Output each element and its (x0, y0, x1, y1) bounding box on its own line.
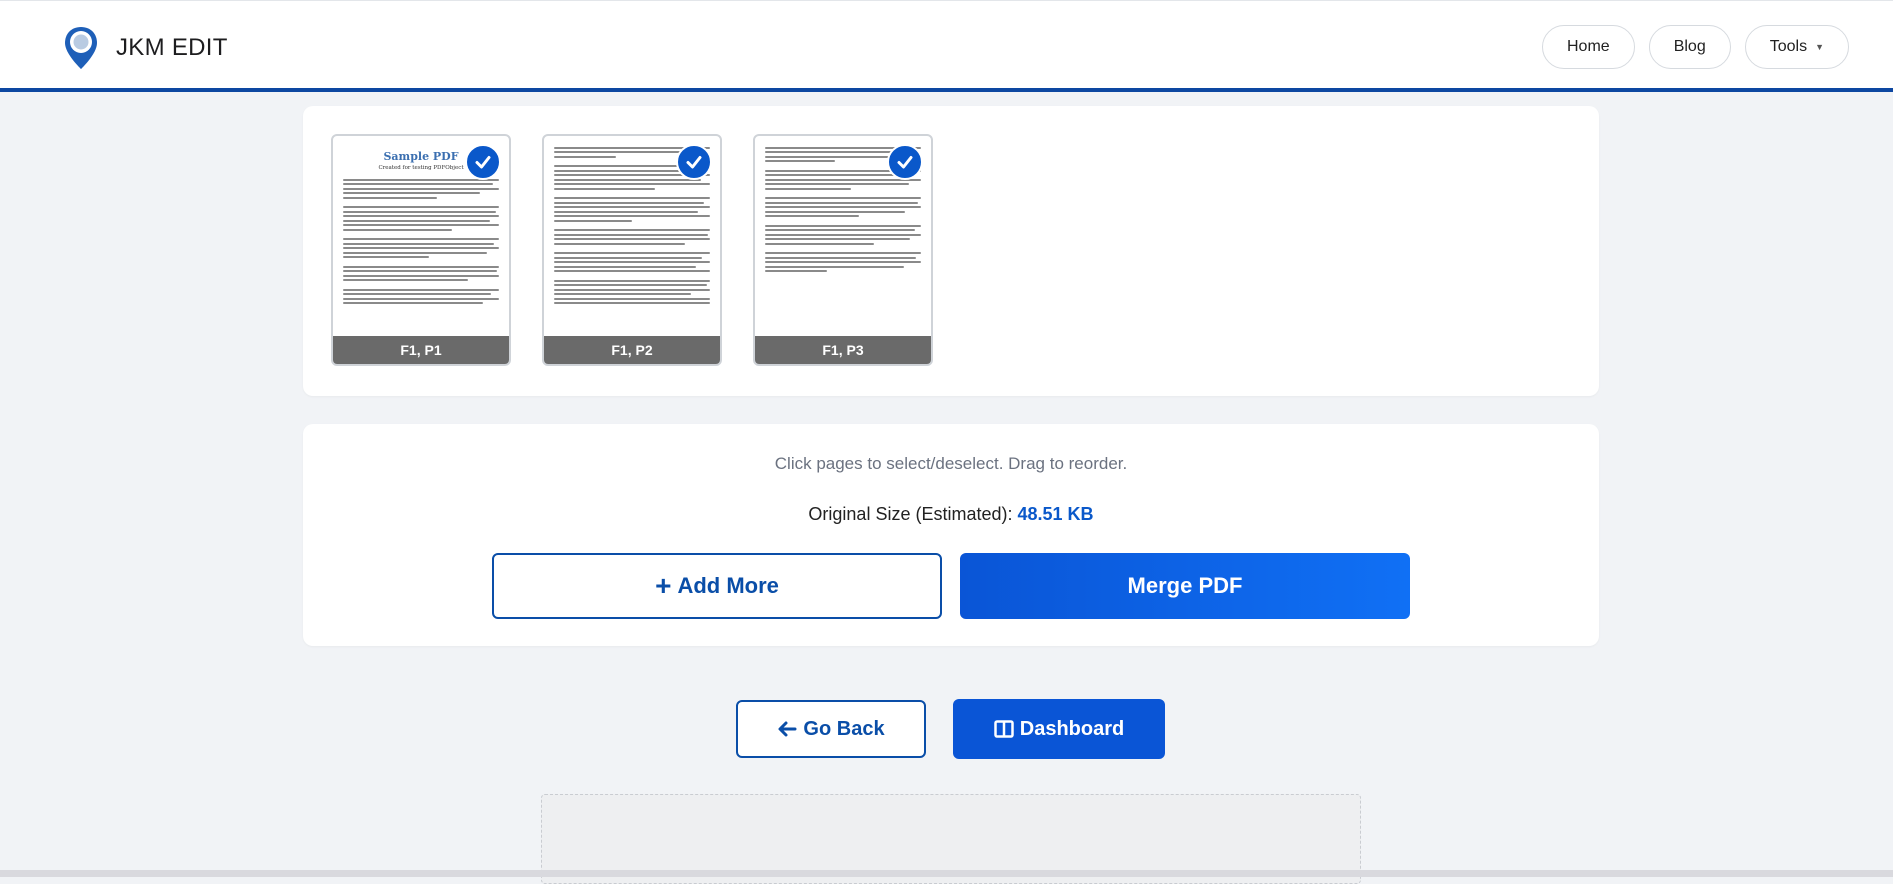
nav-blog-button[interactable]: Blog (1648, 25, 1731, 69)
dashboard-button[interactable]: Dashboard (953, 699, 1165, 759)
nav-tools-label: Tools (1769, 38, 1808, 55)
nav-tools-dropdown[interactable]: Tools ▼ (1744, 25, 1849, 69)
page-thumbnail[interactable]: F1, P3 (753, 134, 933, 366)
main-nav: Home Blog Tools ▼ (1542, 25, 1849, 69)
size-info: Original Size (Estimated): 48.51 KB (303, 504, 1599, 525)
brand[interactable]: JKM EDIT (62, 25, 228, 71)
caret-down-icon: ▼ (1815, 42, 1824, 52)
instruction-text: Click pages to select/deselect. Drag to … (774, 454, 1128, 473)
check-icon (676, 144, 712, 180)
add-more-label: Add More (677, 573, 779, 598)
page-thumbnail[interactable]: F1, P2 (542, 134, 722, 366)
page-thumbnail[interactable]: Sample PDF Created for testing PDFObject… (331, 134, 511, 366)
nav-home-button[interactable]: Home (1542, 25, 1635, 69)
check-icon (465, 144, 501, 180)
nav-home-label: Home (1567, 38, 1610, 55)
go-back-label: Go Back (803, 717, 885, 740)
top-header: JKM EDIT Home Blog Tools ▼ (0, 0, 1893, 92)
check-icon (887, 144, 923, 180)
nav-blog-label: Blog (1673, 38, 1706, 55)
size-label: Original Size (Estimated): (808, 504, 1013, 524)
merge-pdf-label: Merge PDF (1127, 573, 1243, 598)
merge-panel: Click pages to select/deselect. Drag to … (303, 424, 1599, 646)
dashboard-columns-icon (994, 720, 1014, 738)
page-label: F1, P2 (544, 336, 720, 364)
dashboard-label: Dashboard (1019, 717, 1125, 740)
go-back-button[interactable]: Go Back (736, 700, 926, 758)
size-value: 48.51 KB (1017, 504, 1094, 524)
arrow-left-icon (778, 721, 797, 737)
pages-panel: Sample PDF Created for testing PDFObject… (303, 106, 1599, 396)
merge-pdf-button[interactable]: Merge PDF (960, 553, 1410, 619)
brand-name: JKM EDIT (116, 34, 228, 61)
plus-icon: + (655, 570, 672, 601)
add-more-button[interactable]: + Add More (492, 553, 942, 619)
location-pin-icon (65, 27, 97, 69)
bottom-strip (0, 870, 1893, 877)
page-label: F1, P1 (333, 336, 509, 364)
page-label: F1, P3 (755, 336, 931, 364)
